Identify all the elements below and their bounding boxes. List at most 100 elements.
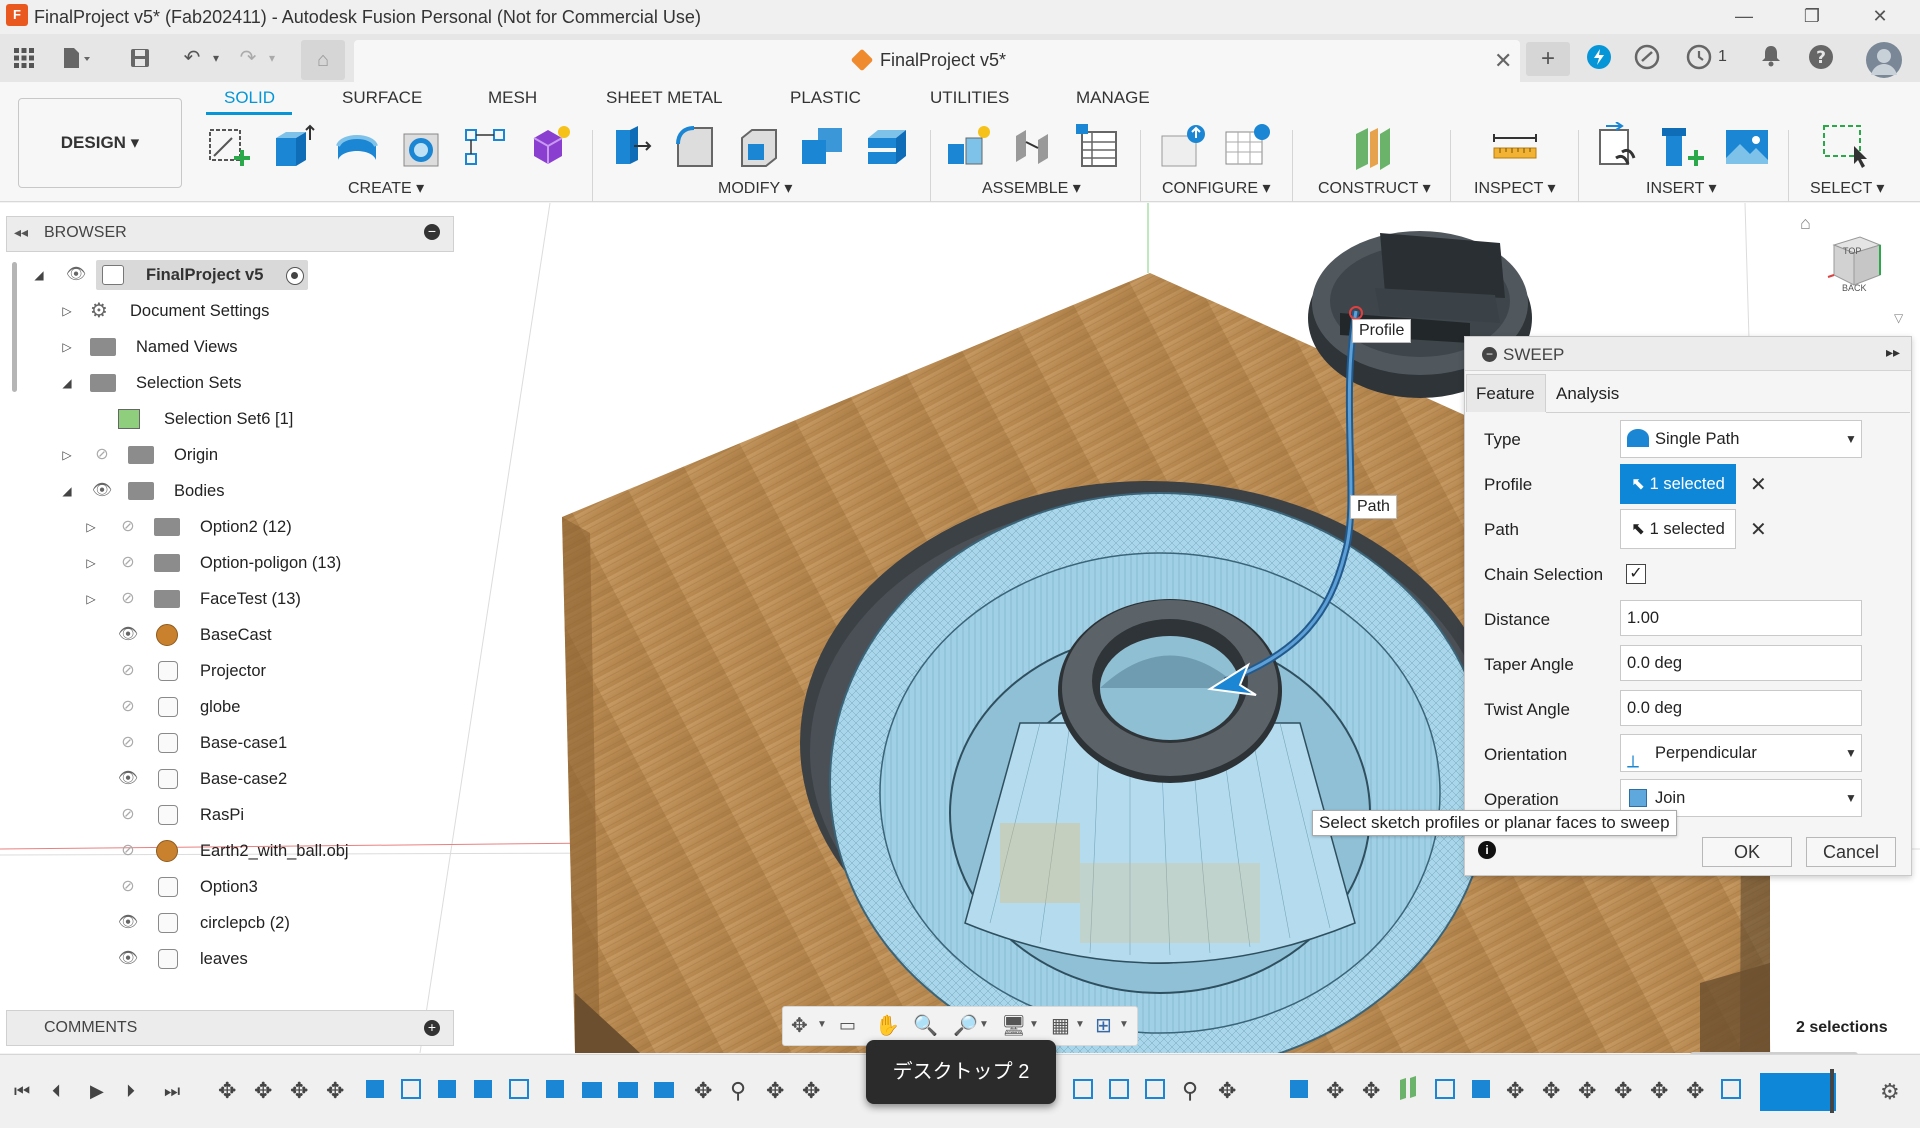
modify-group-label[interactable]: MODIFY ▾ <box>718 178 792 198</box>
press-pull-icon[interactable] <box>606 122 656 172</box>
document-tab[interactable]: FinalProject v5* ✕ <box>354 40 1520 82</box>
expand-arrow-icon[interactable]: ▷ <box>84 520 98 534</box>
expand-arrow-icon[interactable]: ▷ <box>60 304 74 318</box>
undo-dropdown-icon[interactable]: ▾ <box>200 42 232 74</box>
browser-row-origin[interactable]: ▷ ⊘ Origin <box>60 440 260 470</box>
add-comment-icon[interactable]: + <box>424 1020 440 1036</box>
clear-path-icon[interactable]: ✕ <box>1750 517 1767 542</box>
pan-hand-icon[interactable]: ✋ <box>875 1013 900 1038</box>
fillet-icon[interactable] <box>670 122 720 172</box>
combine-icon[interactable] <box>798 122 848 172</box>
browser-row-option2[interactable]: ▷ ⊘ Option2 (12) <box>84 512 324 542</box>
hidden-eye-icon[interactable]: ⊘ <box>116 519 140 535</box>
new-tab-plus-icon[interactable]: + <box>1526 42 1570 76</box>
browser-row-selection-set6[interactable]: Selection Set6 [1] <box>110 404 310 434</box>
insert-derive-icon[interactable] <box>1594 122 1644 172</box>
activate-radio-icon[interactable] <box>286 267 304 285</box>
browser-row-named-views[interactable]: ▷ Named Views <box>60 332 260 362</box>
measure-icon[interactable] <box>1490 122 1540 172</box>
collapse-browser-icon[interactable]: ◂◂ <box>14 224 28 241</box>
redo-dropdown-icon[interactable]: ▾ <box>256 42 288 74</box>
timeline-settings-gear-icon[interactable]: ⚙ <box>1880 1079 1900 1105</box>
browser-row-selection-sets[interactable]: ◢ Selection Sets <box>60 368 260 398</box>
home-view-icon[interactable]: ⌂ <box>1800 213 1811 234</box>
restore-icon[interactable]: ❐ <box>1784 0 1840 34</box>
visibility-eye-icon[interactable]: 👁 <box>116 915 140 931</box>
construct-group-label[interactable]: CONSTRUCT ▾ <box>1318 178 1431 198</box>
browser-row-basecast[interactable]: 👁 BaseCast <box>116 620 296 650</box>
chain-selection-checkbox[interactable]: ✓ <box>1626 564 1646 584</box>
browser-row-leaves[interactable]: 👁 leaves <box>116 944 296 974</box>
collapse-dialog-icon[interactable]: − <box>1482 347 1497 362</box>
path-selection-button[interactable]: ⬉ 1 selected <box>1620 509 1736 549</box>
chevron-down-icon[interactable]: ▼ <box>979 1019 989 1030</box>
hidden-eye-icon[interactable]: ⊘ <box>90 447 114 463</box>
tab-mesh[interactable]: MESH <box>488 88 537 108</box>
bom-table-icon[interactable] <box>1072 122 1122 172</box>
timeline-marker[interactable] <box>1830 1069 1834 1113</box>
timeline-selected-features[interactable] <box>1760 1073 1836 1111</box>
browser-minimize-icon[interactable]: − <box>424 224 440 240</box>
hidden-eye-icon[interactable]: ⊘ <box>116 663 140 679</box>
tab-solid[interactable]: SOLID <box>224 88 275 108</box>
browser-row-option3[interactable]: ⊘ Option3 <box>116 872 296 902</box>
visibility-eye-icon[interactable]: 👁 <box>116 771 140 787</box>
extrude-icon[interactable] <box>268 122 318 172</box>
configure-design-icon[interactable] <box>1158 122 1208 172</box>
browser-row-base-case2[interactable]: 👁 Base-case2 <box>116 764 296 794</box>
file-menu-icon[interactable] <box>60 42 92 74</box>
construct-plane-icon[interactable] <box>1348 122 1398 172</box>
configure-group-label[interactable]: CONFIGURE ▾ <box>1162 178 1270 198</box>
help-icon[interactable]: ? <box>1806 44 1836 74</box>
chevron-down-icon[interactable]: ▼ <box>1075 1019 1085 1030</box>
collapse-arrow-icon[interactable]: ◢ <box>60 376 74 390</box>
tab-surface[interactable]: SURFACE <box>342 88 422 108</box>
taper-angle-input[interactable]: 0.0 deg <box>1620 645 1862 681</box>
new-component-icon[interactable] <box>944 122 994 172</box>
create-sketch-icon[interactable] <box>204 122 254 172</box>
zoom-window-icon[interactable]: 🔎 <box>953 1013 978 1038</box>
tab-utilities[interactable]: UTILITIES <box>930 88 1009 108</box>
visibility-eye-icon[interactable]: 👁 <box>116 627 140 643</box>
tab-analysis[interactable]: Analysis <box>1556 384 1619 404</box>
extensions-icon[interactable] <box>1584 44 1614 74</box>
browser-row-raspi[interactable]: ⊘ RasPi <box>116 800 296 830</box>
browser-row-globe[interactable]: ⊘ globe <box>116 692 296 722</box>
home-icon[interactable]: ⌂ <box>301 40 345 80</box>
hidden-eye-icon[interactable]: ⊘ <box>116 807 140 823</box>
browser-scrollbar[interactable] <box>12 262 17 392</box>
viewports-icon[interactable]: ⊞ <box>1095 1013 1112 1038</box>
close-window-icon[interactable]: ✕ <box>1852 0 1908 34</box>
hidden-eye-icon[interactable]: ⊘ <box>116 591 140 607</box>
expand-dialog-icon[interactable]: ▸▸ <box>1886 344 1900 361</box>
orientation-dropdown[interactable]: ⟂ Perpendicular ▼ <box>1620 734 1862 772</box>
chevron-down-icon[interactable]: ▼ <box>1029 1019 1039 1030</box>
save-icon[interactable] <box>124 42 156 74</box>
browser-row-earth2[interactable]: ⊘ Earth2_with_ball.obj <box>116 836 376 866</box>
hidden-eye-icon[interactable]: ⊘ <box>116 555 140 571</box>
collapse-arrow-icon[interactable]: ◢ <box>60 484 74 498</box>
collapse-arrow-icon[interactable]: ◢ <box>32 268 46 282</box>
expand-arrow-icon[interactable]: ▷ <box>84 556 98 570</box>
design-workspace-button[interactable]: DESIGN ▾ <box>18 98 182 188</box>
split-body-icon[interactable] <box>862 122 912 172</box>
zoom-icon[interactable]: 🔍 <box>913 1013 938 1038</box>
user-avatar[interactable] <box>1866 42 1902 78</box>
pattern-icon[interactable] <box>460 122 510 172</box>
job-status-icon[interactable] <box>1632 44 1662 74</box>
type-dropdown[interactable]: Single Path ▼ <box>1620 420 1862 458</box>
inspect-group-label[interactable]: INSPECT ▾ <box>1474 178 1556 198</box>
hidden-eye-icon[interactable]: ⊘ <box>116 843 140 859</box>
notifications-bell-icon[interactable] <box>1756 44 1786 74</box>
grid-snaps-icon[interactable]: ▦ <box>1051 1013 1070 1038</box>
play-icon[interactable]: ▶ <box>90 1081 104 1102</box>
view-cube[interactable] <box>1826 231 1886 291</box>
joint-icon[interactable] <box>1008 122 1058 172</box>
chevron-down-icon[interactable]: ▼ <box>817 1019 827 1030</box>
expand-arrow-icon[interactable]: ▷ <box>60 448 74 462</box>
minimize-icon[interactable]: — <box>1716 0 1772 34</box>
browser-row-circlepcb[interactable]: 👁 circlepcb (2) <box>116 908 296 938</box>
expand-arrow-icon[interactable]: ▷ <box>60 340 74 354</box>
ok-button[interactable]: OK <box>1702 837 1792 867</box>
go-to-end-icon[interactable]: ⏭ <box>164 1081 180 1102</box>
